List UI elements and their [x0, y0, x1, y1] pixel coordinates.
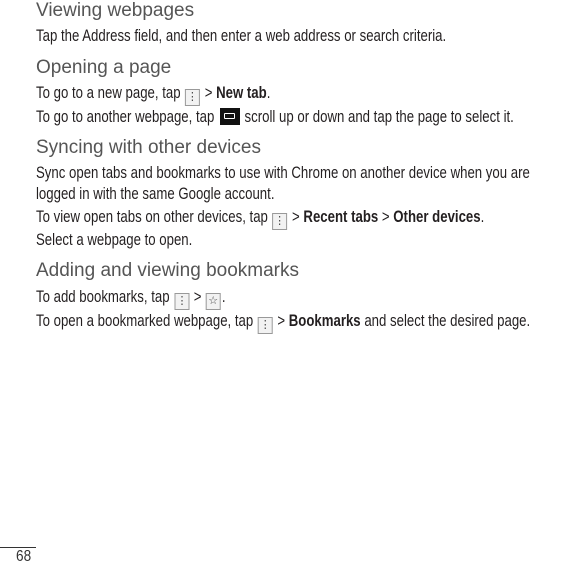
paragraph: Tap the Address field, and then enter a … [36, 27, 447, 45]
text: and select the desired page. [360, 312, 531, 330]
separator: > [273, 312, 289, 330]
menu-icon: ⋮ [174, 293, 190, 310]
separator: > [378, 208, 394, 226]
text-bold: Recent tabs [303, 208, 379, 226]
text: . [221, 288, 226, 306]
heading-bookmarks: Adding and viewing bookmarks [36, 260, 299, 281]
paragraph: To open a bookmarked webpage, tap ⋮ > Bo… [36, 312, 530, 334]
text: . [480, 208, 485, 226]
heading-syncing: Syncing with other devices [36, 137, 261, 158]
separator: > [201, 84, 217, 102]
separator: > [288, 208, 304, 226]
paragraph: logged in with the same Google account. [36, 185, 275, 203]
paragraph: To go to another webpage, tap , scroll u… [36, 108, 514, 127]
separator: > [190, 288, 206, 306]
text: To add bookmarks, tap [36, 288, 170, 306]
heading-opening-a-page: Opening a page [36, 57, 172, 78]
paragraph: To go to a new page, tap ⋮ > New tab. [36, 84, 270, 106]
page-number: 68 [16, 548, 32, 565]
text: To go to another webpage, tap [36, 108, 215, 126]
menu-icon: ⋮ [257, 317, 273, 334]
tabs-icon [219, 108, 240, 125]
paragraph: To view open tabs on other devices, tap … [36, 208, 484, 230]
text: To open a bookmarked webpage, tap [36, 312, 254, 330]
heading-viewing-webpages: Viewing webpages [36, 0, 195, 21]
text: To go to a new page, tap [36, 84, 181, 102]
paragraph: Select a webpage to open. [36, 231, 193, 249]
paragraph: Sync open tabs and bookmarks to use with… [36, 164, 530, 182]
text: , scroll up or down and tap the page to … [237, 108, 514, 126]
text-bold: Other devices [393, 208, 481, 226]
paragraph: To add bookmarks, tap ⋮ > ☆. [36, 288, 226, 310]
text-bold: New tab [216, 84, 267, 102]
menu-icon: ⋮ [185, 89, 201, 106]
text-bold: Bookmarks [288, 312, 361, 330]
text: . [266, 84, 271, 102]
menu-icon: ⋮ [272, 213, 288, 230]
text: To view open tabs on other devices, tap [36, 208, 268, 226]
star-icon: ☆ [205, 293, 221, 310]
